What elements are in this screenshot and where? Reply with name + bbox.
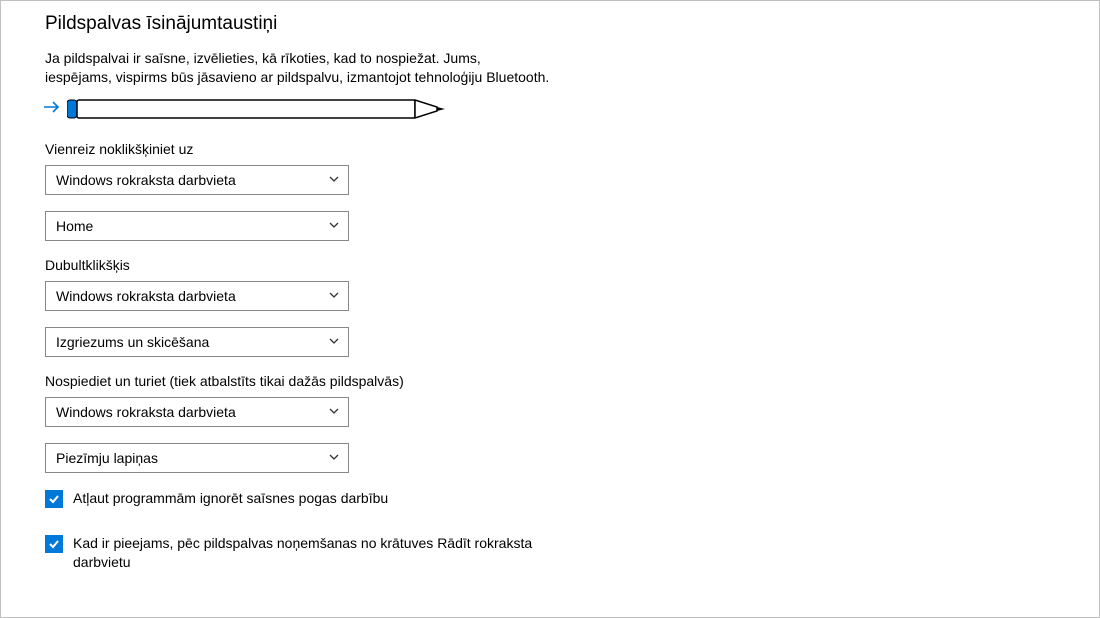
show-ink-workspace-after-removal-row: Kad ir pieejams, pēc pildspalvas noņemša… xyxy=(45,534,1099,572)
select-value: Piezīmju lapiņas xyxy=(56,450,158,466)
description-text: Ja pildspalvai ir saīsne, izvēlieties, k… xyxy=(45,49,585,87)
single-click-label: Vienreiz noklikšķiniet uz xyxy=(45,141,1099,157)
pen-icon xyxy=(67,97,447,121)
description-line1: Ja pildspalvai ir saīsne, izvēlieties, k… xyxy=(45,50,481,66)
description-line2: iespējams, vispirms būs jāsavieno ar pil… xyxy=(45,69,549,85)
allow-apps-override-shortcut-label: Atļaut programmām ignorēt saīsnes pogas … xyxy=(73,489,388,508)
check-icon xyxy=(47,537,61,551)
show-ink-workspace-after-removal-label: Kad ir pieejams, pēc pildspalvas noņemša… xyxy=(73,534,573,572)
select-value: Windows rokraksta darbvieta xyxy=(56,404,236,420)
single-click-primary-select[interactable]: Windows rokraksta darbvieta xyxy=(45,165,349,195)
allow-apps-override-shortcut-row: Atļaut programmām ignorēt saīsnes pogas … xyxy=(45,489,1099,508)
chevron-down-icon xyxy=(328,218,340,234)
settings-pane: Pildspalvas īsinājumtaustiņi Ja pildspal… xyxy=(0,0,1100,618)
double-click-primary-select[interactable]: Windows rokraksta darbvieta xyxy=(45,281,349,311)
select-value: Izgriezums un skicēšana xyxy=(56,334,209,350)
check-icon xyxy=(47,492,61,506)
pen-illustration-row xyxy=(43,97,1099,121)
chevron-down-icon xyxy=(328,172,340,188)
arrow-right-icon xyxy=(43,100,61,117)
double-click-secondary-select[interactable]: Izgriezums un skicēšana xyxy=(45,327,349,357)
double-click-label: Dubultklikšķis xyxy=(45,257,1099,273)
press-hold-primary-select[interactable]: Windows rokraksta darbvieta xyxy=(45,397,349,427)
chevron-down-icon xyxy=(328,288,340,304)
single-click-secondary-select[interactable]: Home xyxy=(45,211,349,241)
show-ink-workspace-after-removal-checkbox[interactable] xyxy=(45,535,63,553)
chevron-down-icon xyxy=(328,334,340,350)
select-value: Windows rokraksta darbvieta xyxy=(56,172,236,188)
select-value: Windows rokraksta darbvieta xyxy=(56,288,236,304)
chevron-down-icon xyxy=(328,450,340,466)
press-hold-secondary-select[interactable]: Piezīmju lapiņas xyxy=(45,443,349,473)
allow-apps-override-shortcut-checkbox[interactable] xyxy=(45,490,63,508)
press-hold-label: Nospiediet un turiet (tiek atbalstīts ti… xyxy=(45,373,1099,389)
page-title: Pildspalvas īsinājumtaustiņi xyxy=(45,13,1099,35)
chevron-down-icon xyxy=(328,404,340,420)
select-value: Home xyxy=(56,218,93,234)
